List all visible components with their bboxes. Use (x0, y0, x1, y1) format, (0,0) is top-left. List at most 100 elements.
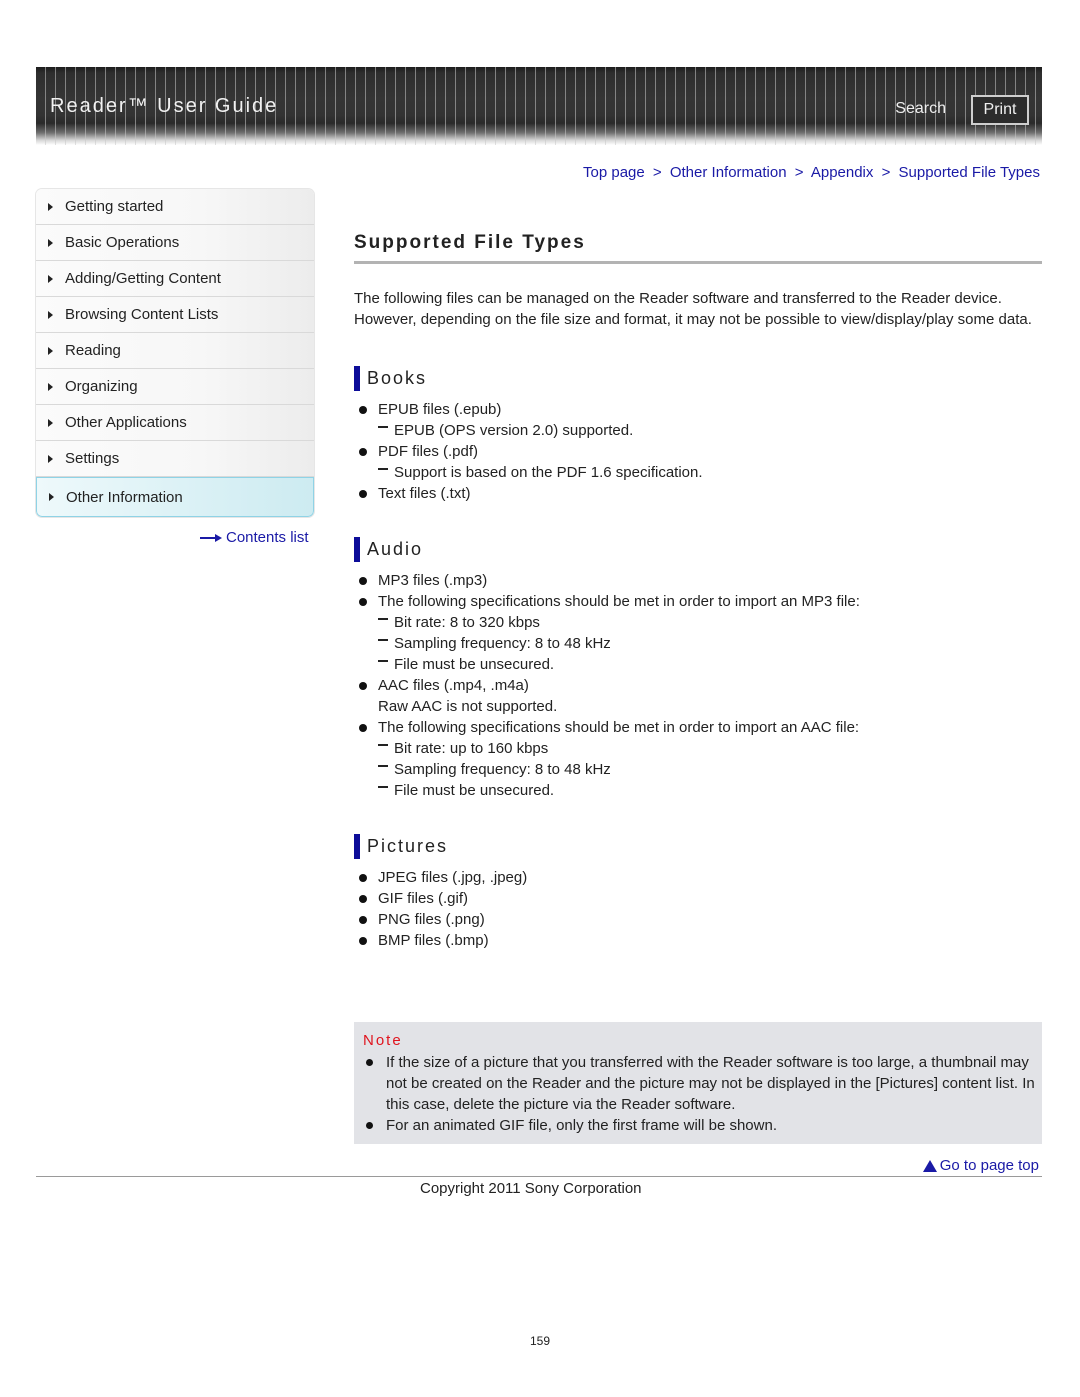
list-item: PDF files (.pdf) (354, 441, 1042, 462)
sidebar-item-label: Reading (65, 342, 121, 359)
dash-icon (378, 660, 388, 663)
section-heading-label: Audio (367, 539, 424, 559)
breadcrumb-separator: > (881, 164, 891, 181)
list-item-text: Text files (.txt) (378, 485, 471, 502)
sidebar-item-label: Getting started (65, 198, 164, 215)
note-list: If the size of a picture that you transf… (363, 1052, 1043, 1136)
intro-paragraph: However, depending on the file size and … (354, 311, 1032, 328)
sidebar-item-label: Basic Operations (65, 234, 180, 251)
section-heading-books: Books (354, 366, 1042, 391)
list-subitem: EPUB (OPS version 2.0) supported. (354, 420, 1042, 441)
sidebar-item-label: Organizing (65, 378, 138, 395)
audio-list: MP3 files (.mp3) The following specificat… (354, 570, 1042, 801)
list-item-text: GIF files (.gif) (378, 890, 469, 907)
bullet-icon (359, 682, 367, 690)
list-subitem: File must be unsecured. (354, 780, 1042, 801)
intro-text: The following files can be managed on th… (354, 288, 1042, 330)
bullet-icon (359, 577, 367, 585)
bullet-icon (359, 406, 367, 414)
sidebar-item-adding-getting-content[interactable]: Adding/Getting Content (36, 261, 314, 297)
list-item-text: EPUB files (.epub) (378, 401, 502, 418)
go-to-page-top-link[interactable]: Go to page top (922, 1157, 1039, 1174)
list-subitem: File must be unsecured. (354, 654, 1042, 675)
dash-icon (378, 468, 388, 471)
list-item-text: Sampling frequency: 8 to 48 kHz (394, 761, 611, 778)
sidebar-item-basic-operations[interactable]: Basic Operations (36, 225, 314, 261)
contents-list-link[interactable]: Contents list (200, 529, 309, 546)
contents-list-label: Contents list (226, 529, 309, 546)
list-subitem: Bit rate: 8 to 320 kbps (354, 612, 1042, 633)
note-item-text: For an animated GIF file, only the first… (386, 1117, 777, 1134)
sidebar-item-settings[interactable]: Settings (36, 441, 314, 477)
sidebar-item-label: Settings (65, 450, 120, 467)
page-number: 159 (530, 1334, 551, 1348)
sidebar-item-label: Adding/Getting Content (65, 270, 221, 287)
list-item: GIF files (.gif) (354, 888, 1042, 909)
list-item-text: Bit rate: 8 to 320 kbps (394, 614, 540, 631)
sidebar-item-other-applications[interactable]: Other Applications (36, 405, 314, 441)
header-banner: Reader™ User Guide Search Print (36, 67, 1042, 145)
breadcrumb: Top page > Other Information > Appendix … (583, 164, 1040, 181)
triangle-right-icon (48, 310, 53, 319)
breadcrumb-other-information[interactable]: Other Information (670, 164, 787, 181)
bullet-icon (359, 937, 367, 945)
list-item: EPUB files (.epub) (354, 399, 1042, 420)
section-bar (354, 834, 360, 859)
sidebar-item-reading[interactable]: Reading (36, 333, 314, 369)
sidebar-item-getting-started[interactable]: Getting started (36, 189, 314, 225)
sidebar-item-browsing-content-lists[interactable]: Browsing Content Lists (36, 297, 314, 333)
list-item-text: Bit rate: up to 160 kbps (394, 740, 549, 757)
list-item-text: JPEG files (.jpg, .jpeg) (378, 869, 528, 886)
bullet-icon (359, 916, 367, 924)
list-item-text: The following specifications should be m… (378, 719, 860, 736)
dash-icon (378, 639, 388, 642)
triangle-right-icon (48, 454, 53, 463)
sidebar-nav: Getting started Basic Operations Adding/… (36, 189, 314, 517)
bullet-icon (359, 448, 367, 456)
dash-icon (378, 744, 388, 747)
breadcrumb-appendix[interactable]: Appendix (811, 164, 874, 181)
bullet-icon (359, 895, 367, 903)
dash-icon (378, 786, 388, 789)
list-item-text: Raw AAC is not supported. (378, 698, 558, 715)
go-to-page-top-label: Go to page top (939, 1157, 1039, 1174)
breadcrumb-supported-file-types[interactable]: Supported File Types (899, 164, 1040, 181)
list-item: PNG files (.png) (354, 909, 1042, 930)
list-subitem: Sampling frequency: 8 to 48 kHz (354, 759, 1042, 780)
triangle-right-icon (48, 202, 53, 211)
dash-icon (378, 765, 388, 768)
sidebar-item-other-information[interactable]: Other Information (36, 477, 314, 517)
note-title: Note (363, 1032, 403, 1049)
list-item: AAC files (.mp4, .m4a) (354, 675, 1042, 696)
triangle-right-icon (48, 418, 53, 427)
section-heading-pictures: Pictures (354, 834, 1042, 859)
list-subitem: Sampling frequency: 8 to 48 kHz (354, 633, 1042, 654)
list-item-text: AAC files (.mp4, .m4a) (378, 677, 529, 694)
triangle-right-icon (48, 382, 53, 391)
search-button[interactable]: Search (895, 100, 946, 118)
note-item: If the size of a picture that you transf… (363, 1052, 1043, 1115)
list-item-text: PDF files (.pdf) (378, 443, 479, 460)
bullet-icon (359, 598, 367, 606)
triangle-up-icon (922, 1159, 937, 1172)
list-item-text: File must be unsecured. (394, 656, 555, 673)
print-button[interactable]: Print (971, 95, 1029, 125)
list-item-text: File must be unsecured. (394, 782, 555, 799)
breadcrumb-top-page[interactable]: Top page (583, 164, 645, 181)
dash-icon (378, 618, 388, 621)
sidebar-item-organizing[interactable]: Organizing (36, 369, 314, 405)
list-item-text: Sampling frequency: 8 to 48 kHz (394, 635, 611, 652)
list-item: Text files (.txt) (354, 483, 1042, 504)
triangle-right-icon (48, 238, 53, 247)
note-item: For an animated GIF file, only the first… (363, 1115, 1043, 1136)
list-item-text: MP3 files (.mp3) (378, 572, 488, 589)
bullet-icon (366, 1059, 373, 1066)
triangle-right-icon (48, 274, 53, 283)
list-item: BMP files (.bmp) (354, 930, 1042, 951)
guide-title: Reader™ User Guide (50, 95, 279, 117)
intro-paragraph: The following files can be managed on th… (354, 290, 1002, 307)
bullet-icon (359, 490, 367, 498)
arrow-right-icon (200, 533, 222, 542)
list-item-text: PNG files (.png) (378, 911, 485, 928)
list-subitem: Support is based on the PDF 1.6 specific… (354, 462, 1042, 483)
